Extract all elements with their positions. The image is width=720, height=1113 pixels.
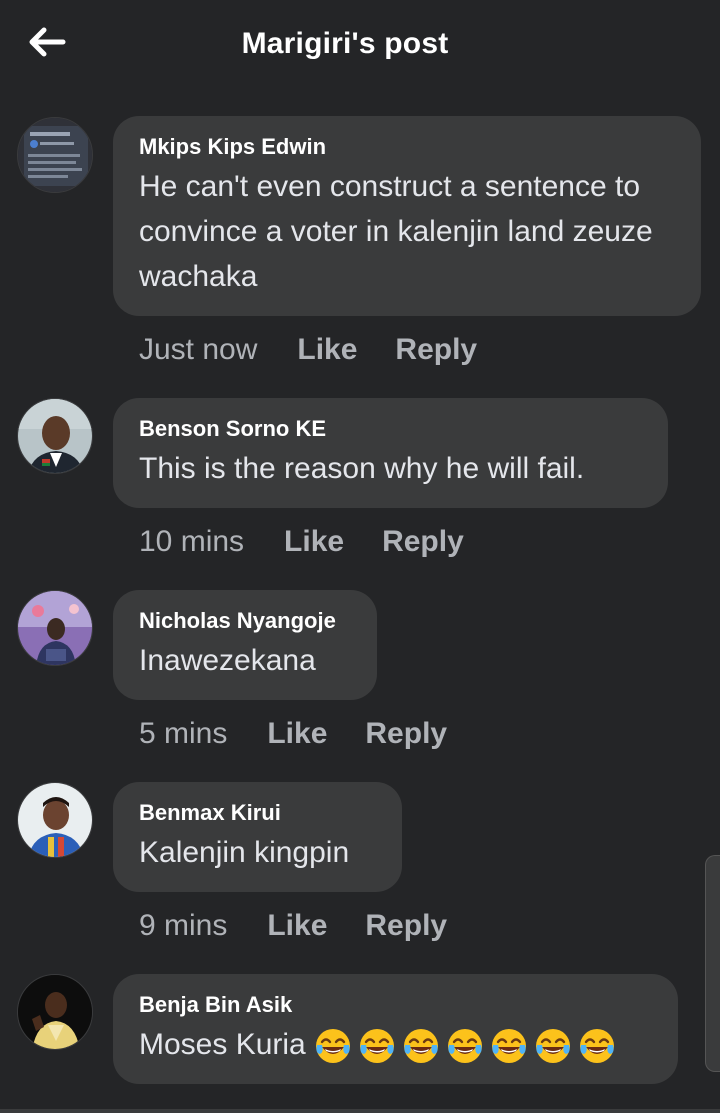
like-button[interactable]: Like <box>297 333 357 367</box>
like-button[interactable]: Like <box>284 525 344 559</box>
like-button[interactable]: Like <box>267 717 327 751</box>
comment-bubble[interactable]: Benson Sorno KE This is the reason why h… <box>113 398 668 508</box>
comment-actions: 10 mins Like Reply <box>139 525 502 559</box>
reply-button[interactable]: Reply <box>382 525 464 559</box>
comment-timestamp: Just now <box>139 333 258 366</box>
comment-bubble[interactable]: Mkips Kips Edwin He can't even construct… <box>113 116 701 316</box>
avatar-image <box>18 975 92 1049</box>
tears-of-joy-emoji <box>447 1029 482 1064</box>
avatar-image <box>18 118 92 192</box>
bottom-bar <box>0 1109 720 1113</box>
tears-of-joy-emoji <box>315 1029 350 1064</box>
comment-actions: 5 mins Like Reply <box>139 717 485 751</box>
avatar[interactable] <box>17 974 93 1050</box>
reply-button[interactable]: Reply <box>365 909 447 943</box>
comment-author[interactable]: Nicholas Nyangoje <box>139 608 351 634</box>
post-comments-page: Marigiri's post Mkips Kips Edwin He can'… <box>0 0 720 1113</box>
scrollbar-thumb[interactable] <box>705 855 720 1072</box>
reply-button[interactable]: Reply <box>395 333 477 367</box>
comment-timestamp: 9 mins <box>139 909 228 942</box>
tears-of-joy-emoji <box>359 1029 394 1064</box>
comment-timestamp: 10 mins <box>139 525 245 558</box>
comment-actions: 9 mins Like Reply <box>139 909 485 943</box>
comment-actions: Just now Like Reply <box>139 333 515 367</box>
comment-text: Moses Kuria <box>139 1022 652 1067</box>
comment-author[interactable]: Mkips Kips Edwin <box>139 134 675 160</box>
header: Marigiri's post <box>0 0 720 92</box>
comment-text: He can't even construct a sentence to co… <box>139 170 653 293</box>
page-title: Marigiri's post <box>241 27 449 60</box>
tears-of-joy-emoji <box>535 1029 570 1064</box>
comment-text: Kalenjin kingpin <box>139 836 350 869</box>
reply-button[interactable]: Reply <box>365 717 447 751</box>
avatar[interactable] <box>17 398 93 474</box>
comment-bubble[interactable]: Benmax Kirui Kalenjin kingpin <box>113 782 402 892</box>
comment-text: Inawezekana <box>139 644 316 677</box>
comment-bubble[interactable]: Benja Bin Asik Moses Kuria <box>113 974 678 1084</box>
emoji-row <box>314 1027 616 1065</box>
avatar[interactable] <box>17 782 93 858</box>
tears-of-joy-emoji <box>403 1029 438 1064</box>
avatar[interactable] <box>17 590 93 666</box>
comment-bubble[interactable]: Nicholas Nyangoje Inawezekana <box>113 590 377 700</box>
tears-of-joy-emoji <box>579 1029 614 1064</box>
comment-author[interactable]: Benson Sorno KE <box>139 416 642 442</box>
avatar-image <box>18 591 92 665</box>
avatar-image <box>18 399 92 473</box>
comment-author[interactable]: Benmax Kirui <box>139 800 376 826</box>
comment-text: This is the reason why he will fail. <box>139 452 585 485</box>
comment-timestamp: 5 mins <box>139 717 228 750</box>
comment-text-content: Moses Kuria <box>139 1028 306 1061</box>
like-button[interactable]: Like <box>267 909 327 943</box>
avatar[interactable] <box>17 117 93 193</box>
avatar-image <box>18 783 92 857</box>
tears-of-joy-emoji <box>491 1029 526 1064</box>
comment-author[interactable]: Benja Bin Asik <box>139 992 652 1018</box>
